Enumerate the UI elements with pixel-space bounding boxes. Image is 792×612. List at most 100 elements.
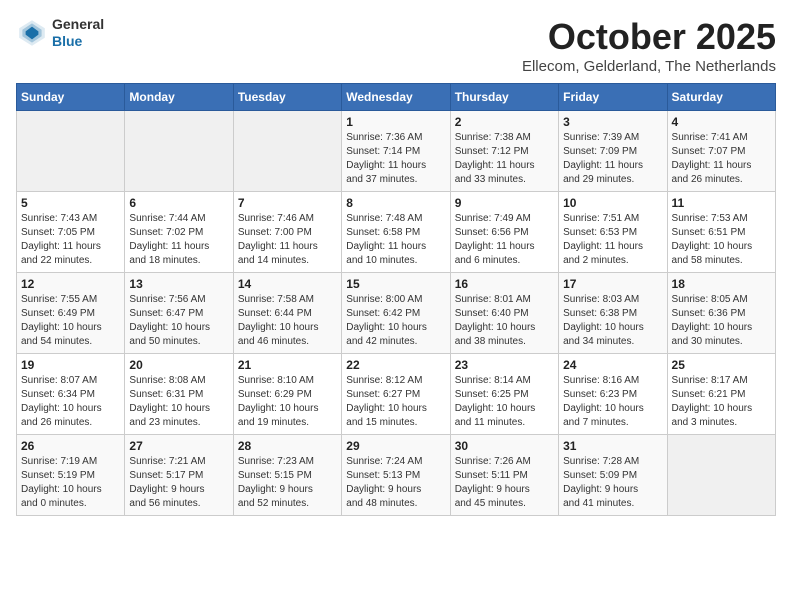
day-number: 23	[455, 358, 554, 372]
calendar-cell: 18 Sunrise: 8:05 AM Sunset: 6:36 PM Dayli…	[667, 273, 775, 354]
day-number: 17	[563, 277, 662, 291]
column-header-wednesday: Wednesday	[342, 84, 450, 111]
logo-text: General Blue	[52, 16, 104, 50]
day-number: 13	[129, 277, 228, 291]
day-number: 18	[672, 277, 771, 291]
day-info: Sunrise: 8:07 AM Sunset: 6:34 PM Dayligh…	[21, 374, 120, 430]
column-header-tuesday: Tuesday	[233, 84, 341, 111]
day-info: Sunrise: 7:41 AM Sunset: 7:07 PM Dayligh…	[672, 131, 771, 187]
calendar-cell: 26 Sunrise: 7:19 AM Sunset: 5:19 PM Dayli…	[17, 435, 125, 516]
day-info: Sunrise: 8:03 AM Sunset: 6:38 PM Dayligh…	[563, 293, 662, 349]
calendar-cell	[17, 111, 125, 192]
calendar-cell: 21Sunrise: 8:10 AM Sunset: 6:29 PM Dayli…	[233, 354, 341, 435]
day-number: 24	[563, 358, 662, 372]
day-info: Sunrise: 7:44 AM Sunset: 7:02 PM Dayligh…	[129, 212, 228, 268]
calendar-subtitle: Ellecom, Gelderland, The Netherlands	[522, 58, 776, 75]
day-number: 6	[129, 196, 228, 210]
calendar-header: SundayMondayTuesdayWednesdayThursdayFrid…	[17, 84, 776, 111]
day-info: Sunrise: 7:19 AM Sunset: 5:19 PM Dayligh…	[21, 455, 120, 511]
calendar-cell: 8Sunrise: 7:48 AM Sunset: 6:58 PM Daylig…	[342, 192, 450, 273]
calendar-table: SundayMondayTuesdayWednesdayThursdayFrid…	[16, 83, 776, 516]
day-info: Sunrise: 7:39 AM Sunset: 7:09 PM Dayligh…	[563, 131, 662, 187]
day-info: Sunrise: 7:28 AM Sunset: 5:09 PM Dayligh…	[563, 455, 662, 511]
day-info: Sunrise: 8:08 AM Sunset: 6:31 PM Dayligh…	[129, 374, 228, 430]
day-info: Sunrise: 8:12 AM Sunset: 6:27 PM Dayligh…	[346, 374, 445, 430]
day-number: 7	[238, 196, 337, 210]
day-info: Sunrise: 7:51 AM Sunset: 6:53 PM Dayligh…	[563, 212, 662, 268]
calendar-week-row: 26 Sunrise: 7:19 AM Sunset: 5:19 PM Dayli…	[17, 435, 776, 516]
calendar-cell	[667, 435, 775, 516]
logo-blue-text: Blue	[52, 33, 104, 50]
calendar-week-row: 12Sunrise: 7:55 AM Sunset: 6:49 PM Dayli…	[17, 273, 776, 354]
calendar-cell: 19 Sunrise: 8:07 AM Sunset: 6:34 PM Dayli…	[17, 354, 125, 435]
day-info: Sunrise: 7:56 AM Sunset: 6:47 PM Dayligh…	[129, 293, 228, 349]
day-info: Sunrise: 8:17 AM Sunset: 6:21 PM Dayligh…	[672, 374, 771, 430]
calendar-cell: 1Sunrise: 7:36 AM Sunset: 7:14 PM Daylig…	[342, 111, 450, 192]
calendar-cell	[125, 111, 233, 192]
calendar-cell: 12Sunrise: 7:55 AM Sunset: 6:49 PM Dayli…	[17, 273, 125, 354]
calendar-cell: 17 Sunrise: 8:03 AM Sunset: 6:38 PM Dayli…	[559, 273, 667, 354]
day-info: Sunrise: 7:23 AM Sunset: 5:15 PM Dayligh…	[238, 455, 337, 511]
calendar-cell: 15Sunrise: 8:00 AM Sunset: 6:42 PM Dayli…	[342, 273, 450, 354]
day-header-row: SundayMondayTuesdayWednesdayThursdayFrid…	[17, 84, 776, 111]
calendar-title: October 2025	[522, 16, 776, 58]
day-number: 31	[563, 439, 662, 453]
day-number: 4	[672, 115, 771, 129]
day-info: Sunrise: 8:00 AM Sunset: 6:42 PM Dayligh…	[346, 293, 445, 349]
column-header-friday: Friday	[559, 84, 667, 111]
calendar-cell: 25Sunrise: 8:17 AM Sunset: 6:21 PM Dayli…	[667, 354, 775, 435]
calendar-cell: 14Sunrise: 7:58 AM Sunset: 6:44 PM Dayli…	[233, 273, 341, 354]
calendar-cell: 9Sunrise: 7:49 AM Sunset: 6:56 PM Daylig…	[450, 192, 558, 273]
day-info: Sunrise: 8:10 AM Sunset: 6:29 PM Dayligh…	[238, 374, 337, 430]
calendar-cell: 31 Sunrise: 7:28 AM Sunset: 5:09 PM Dayli…	[559, 435, 667, 516]
logo: General Blue	[16, 16, 104, 50]
day-number: 22	[346, 358, 445, 372]
logo-icon	[16, 17, 48, 49]
calendar-cell: 29 Sunrise: 7:24 AM Sunset: 5:13 PM Dayli…	[342, 435, 450, 516]
calendar-cell: 20Sunrise: 8:08 AM Sunset: 6:31 PM Dayli…	[125, 354, 233, 435]
day-info: Sunrise: 7:53 AM Sunset: 6:51 PM Dayligh…	[672, 212, 771, 268]
day-number: 19	[21, 358, 120, 372]
calendar-cell: 6 Sunrise: 7:44 AM Sunset: 7:02 PM Daylig…	[125, 192, 233, 273]
day-info: Sunrise: 7:21 AM Sunset: 5:17 PM Dayligh…	[129, 455, 228, 511]
day-number: 29	[346, 439, 445, 453]
calendar-week-row: 1Sunrise: 7:36 AM Sunset: 7:14 PM Daylig…	[17, 111, 776, 192]
calendar-body: 1Sunrise: 7:36 AM Sunset: 7:14 PM Daylig…	[17, 111, 776, 516]
column-header-monday: Monday	[125, 84, 233, 111]
day-info: Sunrise: 7:49 AM Sunset: 6:56 PM Dayligh…	[455, 212, 554, 268]
calendar-cell: 11 Sunrise: 7:53 AM Sunset: 6:51 PM Dayli…	[667, 192, 775, 273]
day-number: 14	[238, 277, 337, 291]
calendar-cell: 2 Sunrise: 7:38 AM Sunset: 7:12 PM Daylig…	[450, 111, 558, 192]
day-info: Sunrise: 7:48 AM Sunset: 6:58 PM Dayligh…	[346, 212, 445, 268]
day-info: Sunrise: 8:14 AM Sunset: 6:25 PM Dayligh…	[455, 374, 554, 430]
column-header-sunday: Sunday	[17, 84, 125, 111]
day-number: 27	[129, 439, 228, 453]
column-header-thursday: Thursday	[450, 84, 558, 111]
calendar-cell: 16 Sunrise: 8:01 AM Sunset: 6:40 PM Dayli…	[450, 273, 558, 354]
day-number: 16	[455, 277, 554, 291]
day-info: Sunrise: 7:26 AM Sunset: 5:11 PM Dayligh…	[455, 455, 554, 511]
logo-general-text: General	[52, 16, 104, 33]
column-header-saturday: Saturday	[667, 84, 775, 111]
page-header: General Blue October 2025 Ellecom, Gelde…	[16, 16, 776, 75]
day-info: Sunrise: 8:01 AM Sunset: 6:40 PM Dayligh…	[455, 293, 554, 349]
day-number: 26	[21, 439, 120, 453]
title-block: October 2025 Ellecom, Gelderland, The Ne…	[522, 16, 776, 75]
day-number: 2	[455, 115, 554, 129]
day-number: 11	[672, 196, 771, 210]
day-number: 5	[21, 196, 120, 210]
day-info: Sunrise: 8:05 AM Sunset: 6:36 PM Dayligh…	[672, 293, 771, 349]
calendar-cell: 13 Sunrise: 7:56 AM Sunset: 6:47 PM Dayli…	[125, 273, 233, 354]
calendar-cell: 4 Sunrise: 7:41 AM Sunset: 7:07 PM Daylig…	[667, 111, 775, 192]
day-number: 30	[455, 439, 554, 453]
calendar-cell	[233, 111, 341, 192]
calendar-cell: 10Sunrise: 7:51 AM Sunset: 6:53 PM Dayli…	[559, 192, 667, 273]
day-info: Sunrise: 7:38 AM Sunset: 7:12 PM Dayligh…	[455, 131, 554, 187]
calendar-cell: 5 Sunrise: 7:43 AM Sunset: 7:05 PM Daylig…	[17, 192, 125, 273]
day-info: Sunrise: 7:43 AM Sunset: 7:05 PM Dayligh…	[21, 212, 120, 268]
day-info: Sunrise: 7:46 AM Sunset: 7:00 PM Dayligh…	[238, 212, 337, 268]
calendar-cell: 28 Sunrise: 7:23 AM Sunset: 5:15 PM Dayli…	[233, 435, 341, 516]
day-info: Sunrise: 7:24 AM Sunset: 5:13 PM Dayligh…	[346, 455, 445, 511]
calendar-cell: 7 Sunrise: 7:46 AM Sunset: 7:00 PM Daylig…	[233, 192, 341, 273]
day-number: 28	[238, 439, 337, 453]
